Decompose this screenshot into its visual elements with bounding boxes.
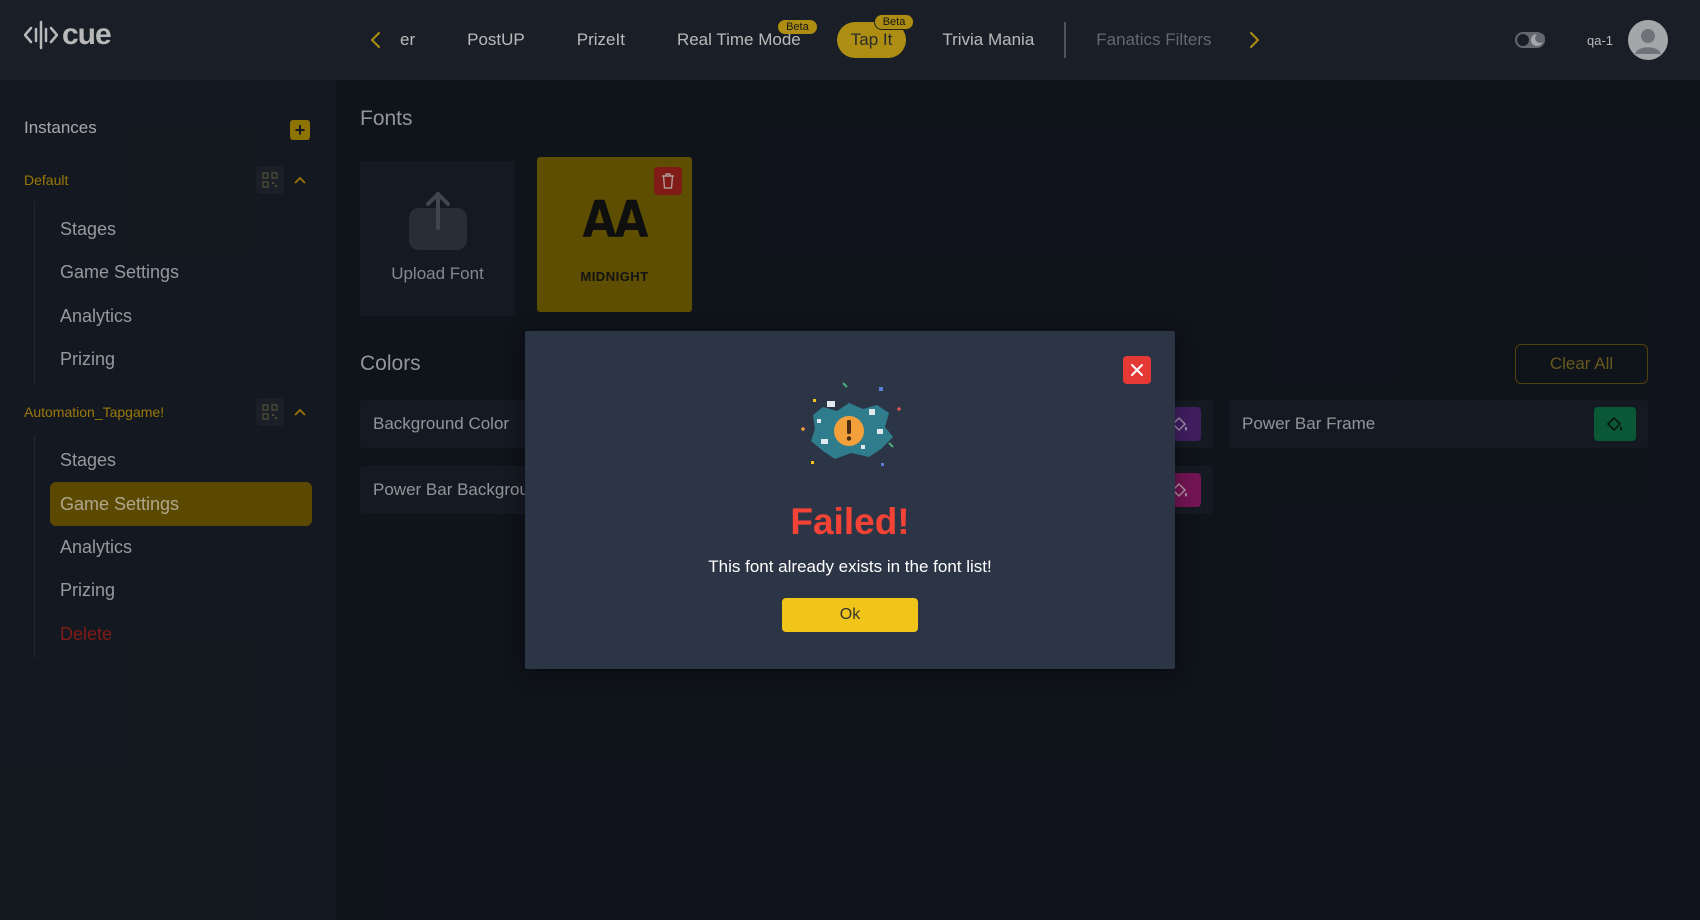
warning-illustration [801, 382, 901, 466]
error-dialog: Failed! This font already exists in the … [525, 331, 1175, 669]
dialog-message: This font already exists in the font lis… [708, 557, 992, 576]
ok-button[interactable]: Ok [782, 598, 918, 632]
close-dialog-button[interactable] [1123, 356, 1151, 384]
close-icon [1131, 364, 1143, 376]
dialog-title: Failed! [790, 501, 910, 542]
